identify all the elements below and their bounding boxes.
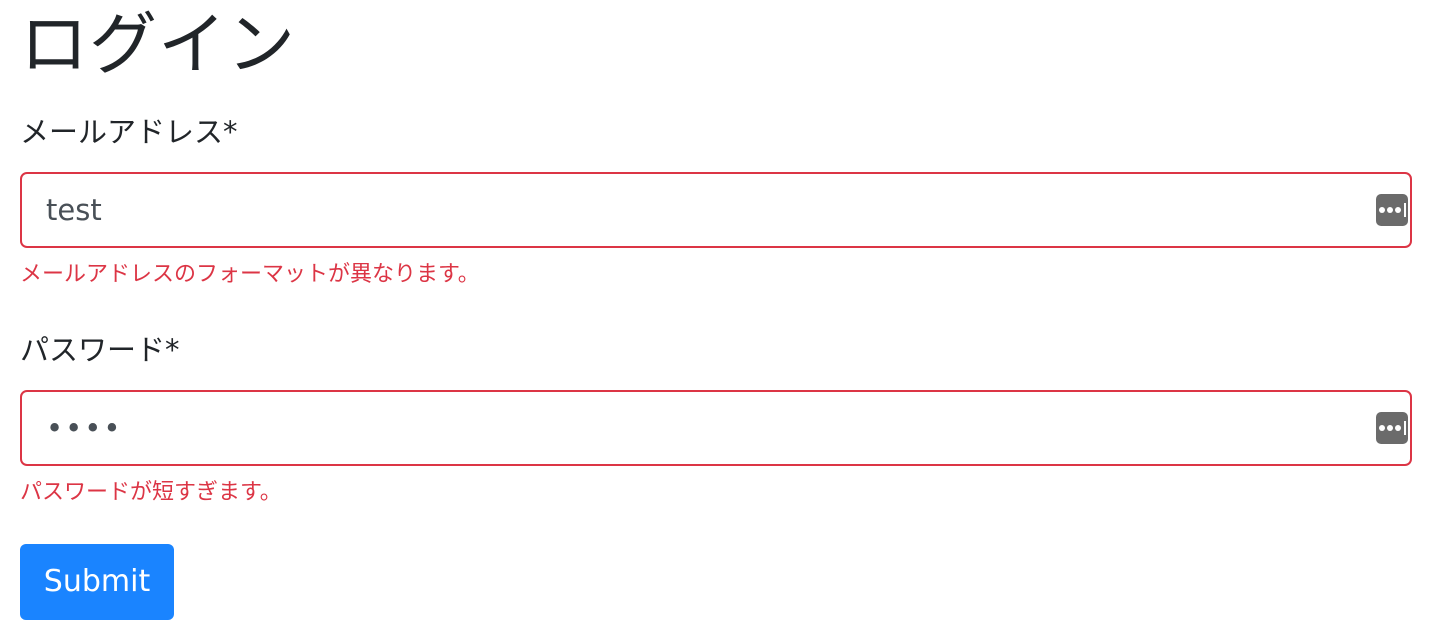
password-input[interactable] xyxy=(46,392,1356,464)
autofill-bar xyxy=(1403,203,1406,217)
password-error-message: パスワードが短すぎます。 xyxy=(20,480,282,505)
email-input[interactable] xyxy=(46,174,1356,246)
password-autofill-key-icon[interactable] xyxy=(1376,412,1408,444)
password-autofill-key-icon[interactable] xyxy=(1376,194,1408,226)
password-label: パスワード* xyxy=(20,333,180,367)
email-error-message: メールアドレスのフォーマットが異なります。 xyxy=(20,262,480,287)
autofill-dot xyxy=(1386,207,1393,213)
autofill-dot xyxy=(1386,425,1393,431)
email-field-container xyxy=(20,172,1412,248)
email-label: メールアドレス* xyxy=(20,115,238,149)
autofill-dot xyxy=(1378,425,1385,431)
page-title: ログイン xyxy=(20,6,297,85)
autofill-dot xyxy=(1394,425,1401,431)
autofill-bar xyxy=(1403,421,1406,435)
autofill-dot xyxy=(1378,207,1385,213)
submit-button[interactable]: Submit xyxy=(20,544,174,620)
autofill-dot xyxy=(1394,207,1401,213)
password-field-container xyxy=(20,390,1412,466)
